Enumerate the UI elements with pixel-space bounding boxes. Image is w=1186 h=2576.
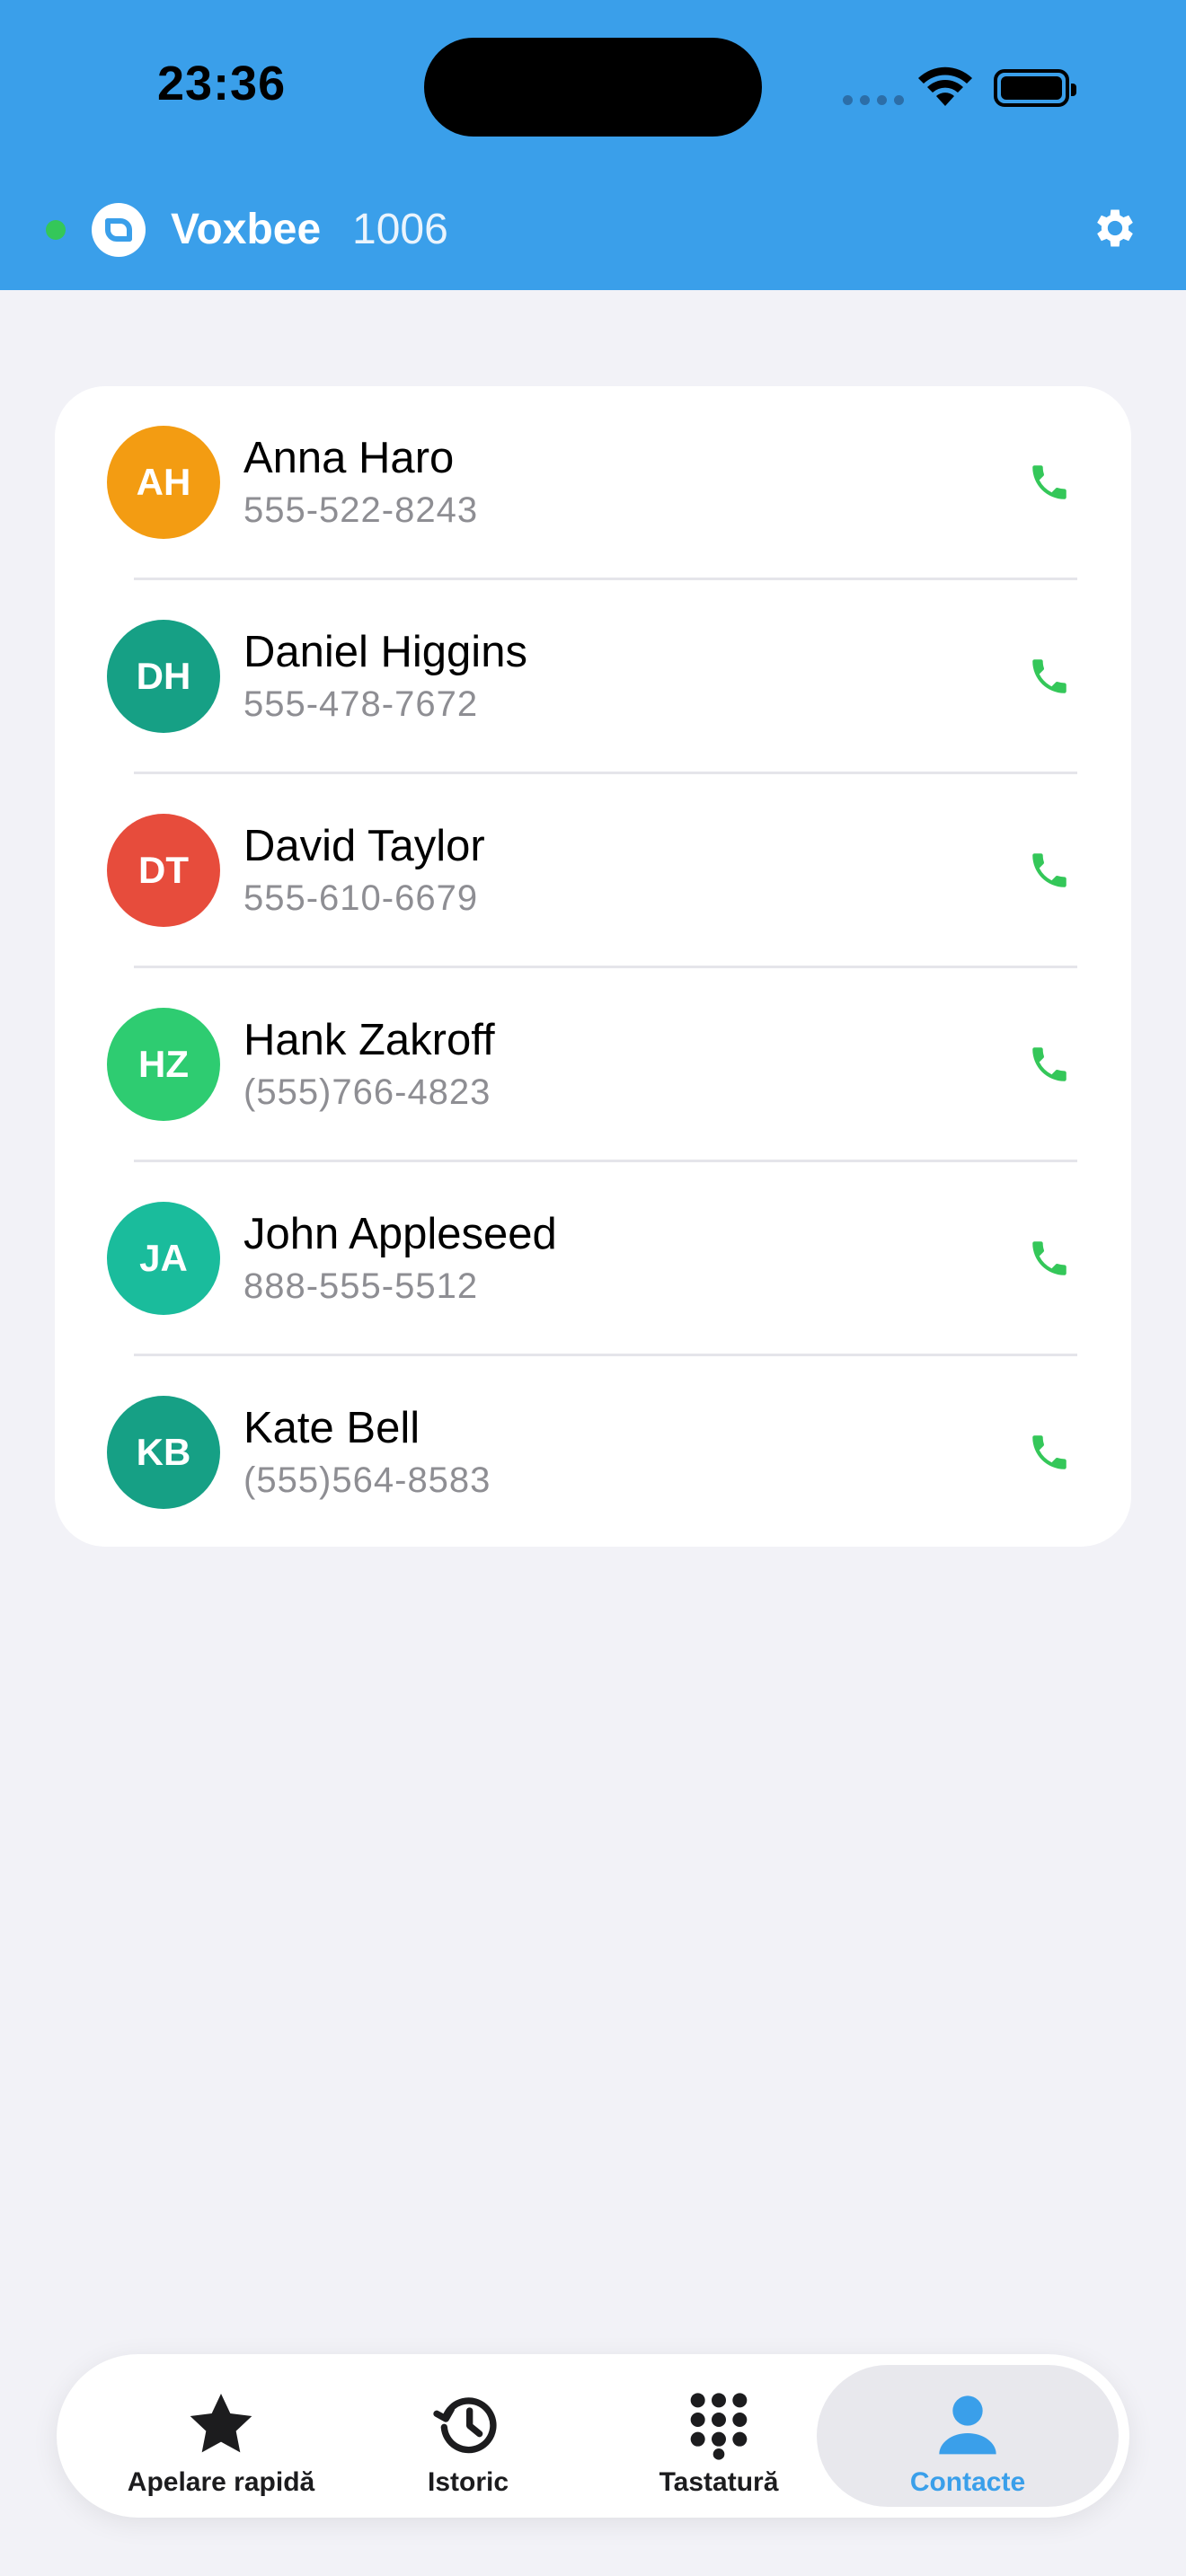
contact-phone: 888-555-5512 (243, 1266, 479, 1306)
contact-phone: 555-478-7672 (243, 684, 479, 724)
keypad-icon (690, 2393, 748, 2460)
phone-icon[interactable] (1027, 1042, 1072, 1087)
avatar: JA (107, 1202, 220, 1315)
phone-icon[interactable] (1027, 654, 1072, 699)
status-time: 23:36 (157, 57, 287, 110)
star-icon (190, 2394, 252, 2453)
phone-icon[interactable] (1027, 1236, 1072, 1281)
avatar: DT (107, 814, 220, 927)
gear-icon[interactable] (1090, 203, 1140, 253)
contact-row[interactable]: JA John Appleseed 888-555-5512 (55, 1162, 1131, 1356)
phone-icon[interactable] (1027, 460, 1072, 505)
avatar: AH (107, 426, 220, 539)
dynamic-island (424, 38, 762, 137)
avatar: KB (107, 1396, 220, 1509)
tab-label: Tastatură (659, 2467, 779, 2497)
tab-label: Apelare rapidă (127, 2467, 315, 2497)
contact-phone: 555-522-8243 (243, 490, 479, 530)
history-icon (433, 2397, 497, 2454)
tab-bar: Apelare rapidă Istoric Tastatură Contact… (57, 2354, 1129, 2518)
app-header: 23:36 Voxbee 1006 (0, 0, 1186, 290)
app-name: Voxbee (171, 206, 322, 253)
contact-name: John Appleseed (243, 1210, 557, 1258)
avatar: HZ (107, 1008, 220, 1121)
contact-name: Hank Zakroff (243, 1016, 495, 1064)
contact-phone: 555-610-6679 (243, 878, 479, 918)
tab-keypad[interactable]: Tastatură (590, 2365, 847, 2507)
contact-phone: (555)766-4823 (243, 1072, 491, 1112)
person-icon (939, 2395, 996, 2455)
tab-contacts[interactable]: Contacte (817, 2365, 1119, 2507)
contact-name: David Taylor (243, 822, 485, 870)
signal-icon (843, 95, 904, 105)
contact-name: Anna Haro (243, 434, 455, 482)
tab-label: Contacte (909, 2467, 1026, 2497)
contact-row[interactable]: KB Kate Bell (555)564-8583 (55, 1356, 1131, 1547)
tab-speed-dial[interactable]: Apelare rapidă (93, 2365, 350, 2507)
contact-row[interactable]: DH Daniel Higgins 555-478-7672 (55, 580, 1131, 774)
contact-phone: (555)564-8583 (243, 1460, 491, 1500)
tab-label: Istoric (427, 2467, 509, 2497)
online-status-dot (46, 220, 66, 240)
tab-history[interactable]: Istoric (340, 2365, 597, 2507)
extension-number: 1006 (352, 206, 448, 253)
avatar: DH (107, 620, 220, 733)
contact-row[interactable]: DT David Taylor 555-610-6679 (55, 774, 1131, 968)
wifi-icon (918, 66, 972, 106)
contact-row[interactable]: AH Anna Haro 555-522-8243 (55, 386, 1131, 580)
contact-name: Kate Bell (243, 1404, 420, 1452)
phone-icon[interactable] (1027, 1430, 1072, 1475)
battery-icon (994, 69, 1076, 107)
phone-icon[interactable] (1027, 848, 1072, 893)
contact-name: Daniel Higgins (243, 628, 527, 676)
contacts-list: AH Anna Haro 555-522-8243 DH Daniel Higg… (55, 386, 1131, 1547)
contact-row[interactable]: HZ Hank Zakroff (555)766-4823 (55, 968, 1131, 1162)
voxbee-logo-icon (92, 203, 146, 257)
